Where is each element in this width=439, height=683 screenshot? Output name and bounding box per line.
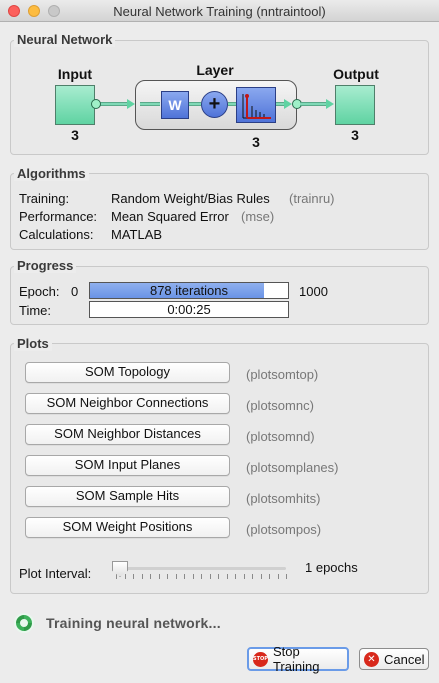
epoch-max: 1000	[299, 284, 328, 299]
layer-label: Layer	[196, 62, 234, 78]
plot-som-input-planes-button[interactable]: SOM Input Planes	[25, 455, 230, 476]
plot-interval-label: Plot Interval:	[19, 566, 92, 581]
performance-label: Performance:	[19, 209, 98, 224]
slider-tick	[184, 574, 185, 579]
output-size: 3	[351, 127, 359, 143]
training-label: Training:	[19, 191, 70, 206]
sum-connection	[228, 102, 236, 106]
slider-tick	[209, 574, 211, 579]
layer-size: 3	[252, 134, 260, 150]
slider-tick	[192, 574, 194, 579]
plot-interval-value: 1 epochs	[305, 560, 358, 575]
training-code: (trainru)	[289, 191, 335, 206]
slider-tick	[167, 574, 168, 579]
input-arrow-icon	[127, 99, 135, 109]
output-label: Output	[333, 66, 379, 82]
epoch-progress-bar: 878 iterations	[89, 282, 289, 299]
time-label: Time:	[19, 303, 52, 318]
plot-som-weight-positions-code: (plotsompos)	[246, 522, 322, 537]
plot-som-topology-button[interactable]: SOM Topology	[25, 362, 230, 383]
plot-som-weight-positions-button[interactable]: SOM Weight Positions	[25, 517, 230, 538]
input-size: 3	[71, 127, 79, 143]
slider-tick	[133, 574, 134, 579]
output-block	[335, 85, 375, 125]
epoch-min: 0	[71, 284, 79, 299]
slider-tick	[286, 574, 287, 579]
stop-sign-icon: STOP	[253, 651, 268, 667]
progress-title: Progress	[14, 258, 77, 273]
plot-som-topology-code: (plotsomtop)	[246, 367, 319, 382]
slider-tick	[116, 574, 117, 579]
performance-value: Mean Squared Error	[111, 209, 229, 224]
time-field: 0:00:25	[89, 301, 289, 318]
slider-tick	[158, 574, 160, 579]
input-node	[91, 99, 101, 109]
slider-tick	[141, 574, 143, 579]
sum-icon: +	[201, 91, 228, 118]
cancel-button[interactable]: ✕ Cancel	[359, 648, 429, 670]
layer-inner-arrow-icon	[284, 99, 292, 109]
transfer-function-block	[236, 87, 276, 123]
input-connection	[97, 102, 127, 106]
weight-block: W	[161, 91, 189, 119]
plot-som-sample-hits-code: (plotsomhits)	[246, 491, 321, 506]
epoch-progress-text: 878 iterations	[149, 283, 229, 298]
slider-tick	[235, 574, 236, 579]
slider-tick	[226, 574, 228, 579]
calculations-label: Calculations:	[19, 227, 94, 242]
weight-connection	[189, 102, 201, 106]
neural-network-title: Neural Network	[14, 32, 116, 47]
plot-som-neighbor-connections-button[interactable]: SOM Neighbor Connections	[25, 393, 230, 414]
slider-tick	[277, 574, 279, 579]
slider-tick	[218, 574, 219, 579]
output-connection	[300, 102, 326, 106]
training-status-text: Training neural network...	[46, 615, 221, 631]
slider-tick	[243, 574, 245, 579]
slider-tick	[175, 574, 177, 579]
plots-title: Plots	[14, 336, 52, 351]
plot-som-sample-hits-button[interactable]: SOM Sample Hits	[25, 486, 230, 507]
epoch-label: Epoch:	[19, 284, 60, 299]
training-progress-icon	[13, 612, 35, 634]
plot-som-neighbor-connections-code: (plotsomnc)	[246, 398, 314, 413]
algorithms-title: Algorithms	[14, 166, 89, 181]
plot-som-neighbor-distances-code: (plotsomnd)	[246, 429, 315, 444]
time-value: 0:00:25	[167, 302, 211, 317]
cancel-icon: ✕	[364, 651, 379, 667]
slider-ticks	[116, 574, 287, 580]
input-label: Input	[57, 66, 93, 82]
slider-tick	[260, 574, 262, 579]
layer-input-connection	[140, 102, 160, 106]
plot-interval-slider[interactable]	[112, 560, 288, 584]
training-value: Random Weight/Bias Rules	[111, 191, 270, 206]
plot-som-input-planes-code: (plotsomplanes)	[246, 460, 339, 475]
slider-tick	[252, 574, 253, 579]
competitive-transfer-icon	[242, 94, 271, 119]
title-bar: Neural Network Training (nntraintool)	[0, 0, 439, 22]
slider-tick	[150, 574, 151, 579]
stop-training-button[interactable]: STOP Stop Training	[247, 644, 349, 674]
slider-tick	[201, 574, 202, 579]
slider-tick	[124, 574, 126, 579]
calculations-value: MATLAB	[111, 227, 163, 242]
stop-training-label: Stop Training	[272, 644, 320, 674]
cancel-label: Cancel	[384, 651, 425, 667]
plot-som-neighbor-distances-button[interactable]: SOM Neighbor Distances	[25, 424, 230, 445]
window-title: Neural Network Training (nntraintool)	[113, 4, 326, 19]
slider-tick	[269, 574, 270, 579]
input-block	[55, 85, 95, 125]
performance-code: (mse)	[241, 209, 275, 224]
output-arrow-icon	[326, 99, 334, 109]
slider-track	[116, 567, 286, 570]
